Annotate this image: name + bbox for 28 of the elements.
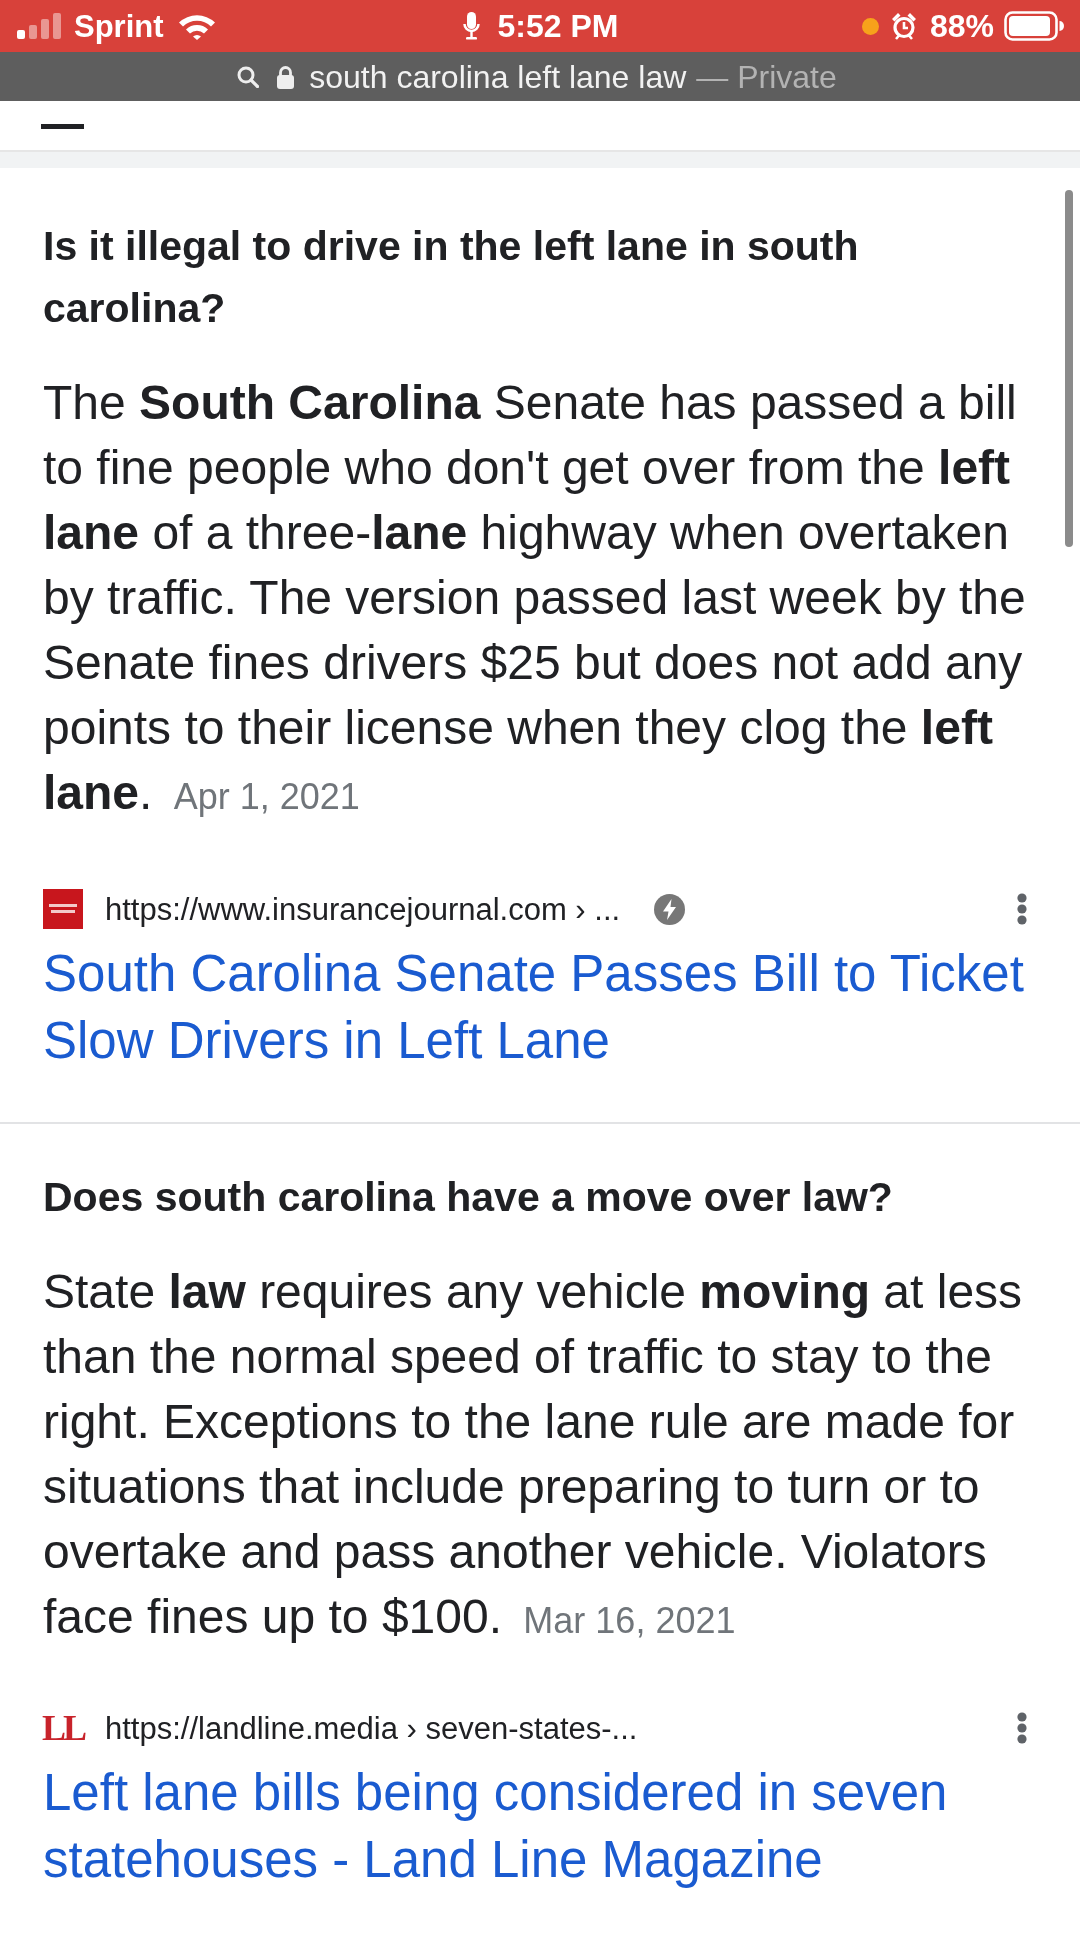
private-mode-label: — Private [696,60,837,93]
site-logo: LL [43,1708,83,1748]
alarm-clock-icon [890,12,917,40]
microphone-icon [462,12,480,40]
privacy-dot-icon [861,17,879,35]
question-heading: Is it illegal to drive in the left lane in south carolina? [43,222,860,333]
answer-text: The South Carolina Senate has passed a bill to fine people who don't get over from the left lane of a three-lane highway when overtaken by traffic. The version passed last week by the Senate fines drivers $25 but does not add any points to their license when they clog the left lane. Apr 1, 2021 [43,375,1027,821]
battery-icon [1004,11,1064,41]
clock-time: 5:52 PM [497,10,619,42]
result-title-link[interactable]: Left lane bills being considered in seven statehouses - Land Line Magazine [43,1759,1045,1893]
source-url[interactable]: https://landline.media › seven-states-... [105,1712,638,1744]
search-query: south carolina left lane law [309,60,687,93]
more-options-icon[interactable] [1016,1712,1028,1744]
more-options-icon[interactable] [1016,893,1028,925]
site-logo-icon [43,889,83,929]
lock-icon [277,64,295,89]
question-heading: Does south carolina have a move over law? [43,1173,894,1222]
source-url[interactable]: https://www.insurancejournal.com › ... [105,893,621,925]
answer-text: State law requires any vehicle moving at less than the normal speed of traffic to stay to the right. Exceptions to the lane rule are made for situations that include preparing to turn or to overtake and pass another vehicle. Violators face fines up to $100. Mar 16, 2021 [43,1264,1024,1645]
signal-icon [17,13,62,39]
result-title-link[interactable]: South Carolina Senate Passes Bill to Ticket Slow Drivers in Left Lane [43,940,1045,1074]
carrier-name: Sprint [74,10,164,42]
address-bar[interactable]: south carolina left lane law — Private [0,52,1080,101]
tab-indicator [41,124,84,129]
search-icon [237,65,260,88]
scroll-bar[interactable] [1065,190,1073,547]
wifi-icon [177,12,216,40]
battery-percentage: 88% [929,10,994,42]
